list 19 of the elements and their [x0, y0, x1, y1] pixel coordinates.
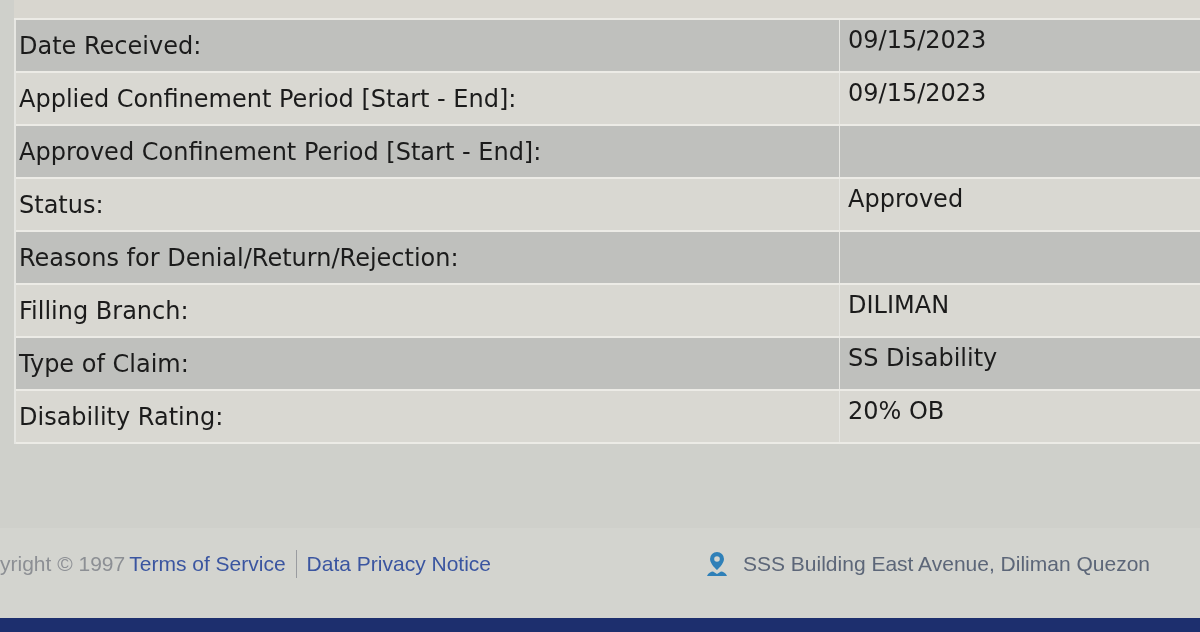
field-label: Applied Confinement Period [Start - End]: — [16, 73, 840, 124]
field-label: Approved Confinement Period [Start - End]: — [16, 126, 840, 177]
address-text: SSS Building East Avenue, Diliman Quezon — [743, 552, 1151, 576]
field-label: Status: — [16, 179, 840, 230]
field-value: SS Disability — [848, 343, 998, 372]
field-label: Filling Branch: — [16, 285, 840, 336]
field-value: DILIMAN — [848, 290, 950, 319]
field-label: Type of Claim: — [16, 338, 840, 389]
field-value: 09/15/2023 — [848, 25, 987, 54]
field-value: 09/15/2023 — [848, 78, 987, 107]
copyright-text: yright © 1997 — [0, 552, 126, 576]
footer-link[interactable]: Data Privacy Notice — [306, 552, 491, 576]
footer-link[interactable]: Terms of Service — [129, 552, 286, 576]
location-pin-icon — [705, 551, 729, 577]
field-label: Disability Rating: — [16, 391, 840, 442]
field-value: Approved — [848, 184, 964, 213]
field-value: 20% OB — [848, 396, 945, 425]
field-label: Date Received: — [16, 20, 840, 71]
field-label: Reasons for Denial/Return/Rejection: — [16, 232, 840, 283]
